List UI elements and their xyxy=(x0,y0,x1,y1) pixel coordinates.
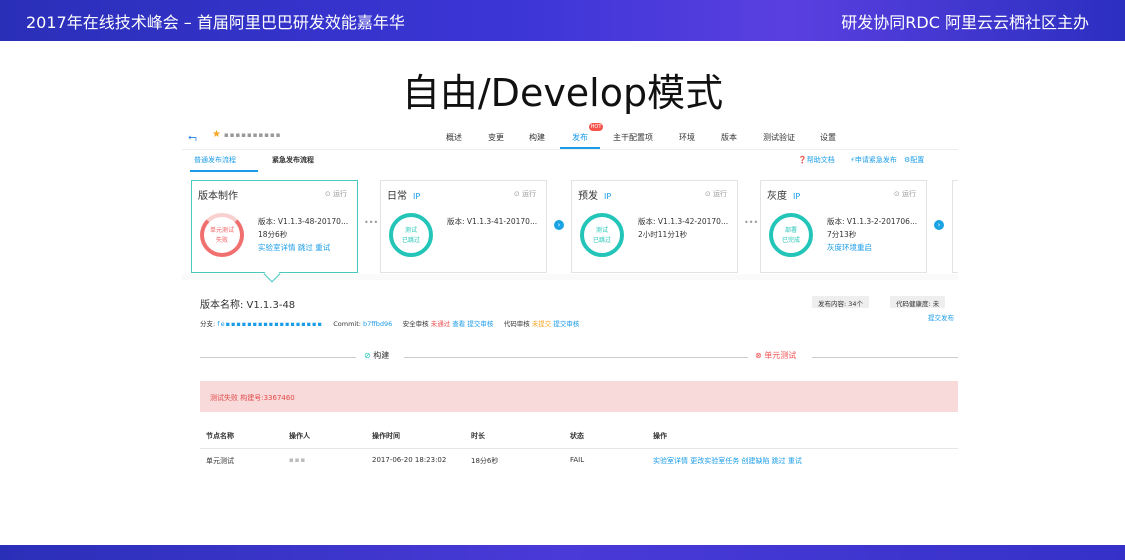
stage-info: 版本: V1.1.3-41-20170... xyxy=(447,217,538,226)
col-operator: 操作人 xyxy=(289,432,310,440)
nav-item-settings[interactable]: 设置 xyxy=(820,132,836,143)
tab-normal-release[interactable]: 普通发布流程 xyxy=(194,155,236,165)
back-icon[interactable]: ⮢ xyxy=(188,130,197,144)
cell-duration: 18分6秒 xyxy=(471,457,499,465)
cell-time: 2017-06-20 18:23:02 xyxy=(372,456,447,464)
status-ring: 测试 已跳过 xyxy=(580,213,624,257)
slide: 2017年在线技术峰会 – 首届阿里巴巴研发效能嘉年华 研发协同RDC 阿里云云… xyxy=(0,0,1125,560)
stage-card-pre[interactable]: 预发 IP ⊙ 运行 测试 已跳过 版本: V1.1.3-42-20170... 2… xyxy=(571,180,738,273)
sub-nav: 普通发布流程 紧急发布流程 ❓帮助文档 ⚡申请紧急发布 ⚙配置 xyxy=(182,150,958,174)
stage-name: 灰度 IP xyxy=(767,191,801,202)
nav-item-test-verify[interactable]: 测试验证 xyxy=(763,132,795,143)
more-dots: ••• xyxy=(744,218,759,227)
step-line xyxy=(812,357,958,358)
code-health-badge[interactable]: 代码健康度: 未 xyxy=(890,296,946,308)
stage-actions[interactable]: 实验室详情 跳过 重试 xyxy=(258,241,348,254)
code-review-status: 未提交 xyxy=(531,320,552,328)
project-selector[interactable]: ▪▪▪▪▪▪▪▪▪▪ xyxy=(224,131,281,139)
stage-actions[interactable]: 灰度环境重启 xyxy=(827,241,917,254)
security-links[interactable]: 查看 提交审核 xyxy=(452,320,493,328)
run-button[interactable]: ⊙ 运行 xyxy=(705,189,727,199)
stage-info: 版本: V1.1.3-42-20170... 2小时11分1秒 xyxy=(638,217,729,239)
commit-link[interactable]: b7ffbd96 xyxy=(363,320,392,328)
status-ring: 单元测试 失败 xyxy=(200,213,244,257)
cell-status: FAIL xyxy=(570,456,585,464)
slide-title: 自由/Develop模式 xyxy=(401,71,724,115)
stage-info: 版本: V1.1.3-48-20170... 18分6秒 实验室详情 跳过 重试 xyxy=(258,217,349,254)
status-ring: 部署 已完成 xyxy=(769,213,813,257)
config-link[interactable]: ⚙配置 xyxy=(904,155,924,165)
col-actions: 操作 xyxy=(653,432,667,440)
top-banner: 2017年在线技术峰会 – 首届阿里巴巴研发效能嘉年华 研发协同RDC 阿里云云… xyxy=(0,0,1125,41)
step-unit-test[interactable]: ⊗ 单元测试 xyxy=(755,350,796,361)
top-nav: ⮢ ★ ▪▪▪▪▪▪▪▪▪▪ 概述 变更 构建 发布 HOT 主干配置项 环境 … xyxy=(182,120,958,150)
version-meta: 分支: fe▪▪▪▪▪▪▪▪▪▪▪▪▪▪▪▪▪▪ Commit: b7ffbd9… xyxy=(200,320,580,328)
error-banner: 测试失败 构建号:3367460 xyxy=(200,381,958,412)
stage-card-build[interactable]: 版本制作 ⊙ 运行 单元测试 失败 版本: V1.1.3-48-20170... … xyxy=(191,180,358,273)
nav-item-overview[interactable]: 概述 xyxy=(446,132,462,143)
apply-urgent-link[interactable]: ⚡申请紧急发布 xyxy=(850,155,897,165)
next-arrow-icon[interactable]: › xyxy=(934,220,944,230)
help-doc-link[interactable]: ❓帮助文档 xyxy=(798,155,835,165)
banner-left-text: 2017年在线技术峰会 – 首届阿里巴巴研发效能嘉年华 xyxy=(26,13,405,32)
code-review-link[interactable]: 提交审核 xyxy=(553,320,579,328)
cell-actions[interactable]: 实验室详情 更改实验室任务 创建缺陷 跳过 重试 xyxy=(653,456,802,466)
tab-urgent-release[interactable]: 紧急发布流程 xyxy=(272,155,314,165)
publish-content-badge[interactable]: 发布内容: 34个 xyxy=(812,296,870,308)
stage-card-next xyxy=(952,180,958,273)
active-tab-underline xyxy=(190,170,258,172)
stage-info: 版本: V1.1.3-2-201706... 7分13秒 灰度环境重启 xyxy=(827,217,918,254)
col-duration: 时长 xyxy=(471,432,485,440)
nav-item-release[interactable]: 发布 xyxy=(572,132,588,143)
stage-name: 版本制作 xyxy=(198,191,238,202)
run-button[interactable]: ⊙ 运行 xyxy=(894,189,916,199)
next-arrow-icon[interactable]: › xyxy=(554,220,564,230)
stage-name: 预发 IP xyxy=(578,191,612,202)
stage-card-gray[interactable]: 灰度 IP ⊙ 运行 部署 已完成 版本: V1.1.3-2-201706... 7… xyxy=(760,180,927,273)
status-ring: 测试 已跳过 xyxy=(389,213,433,257)
nav-item-trunk-config[interactable]: 主干配置项 xyxy=(613,132,653,143)
nav-item-build[interactable]: 构建 xyxy=(529,132,545,143)
star-icon[interactable]: ★ xyxy=(212,129,221,140)
bottom-banner xyxy=(0,545,1125,560)
submit-release-link[interactable]: 提交发布 xyxy=(928,312,954,322)
banner-right-text: 研发协同RDC 阿里云云栖社区主办 xyxy=(841,13,1089,32)
nav-item-environment[interactable]: 环境 xyxy=(679,132,695,143)
version-name: 版本名称: V1.1.3-48 xyxy=(200,300,296,311)
security-status: 未通过 xyxy=(430,320,451,328)
run-button[interactable]: ⊙ 运行 xyxy=(325,189,347,199)
version-detail: 版本名称: V1.1.3-48 发布内容: 34个 代码健康度: 未 分支: f… xyxy=(182,280,958,517)
col-node: 节点名称 xyxy=(206,432,234,440)
table-divider xyxy=(200,448,958,449)
active-nav-underline xyxy=(560,147,600,149)
branch-value[interactable]: fe▪▪▪▪▪▪▪▪▪▪▪▪▪▪▪▪▪▪ xyxy=(217,320,323,328)
hot-badge: HOT xyxy=(589,123,603,131)
nav-item-changes[interactable]: 变更 xyxy=(488,132,504,143)
run-button[interactable]: ⊙ 运行 xyxy=(514,189,536,199)
stage-name: 日常 IP xyxy=(387,191,421,202)
stage-card-daily[interactable]: 日常 IP ⊙ 运行 测试 已跳过 版本: V1.1.3-41-20170... xyxy=(380,180,547,273)
col-status: 状态 xyxy=(570,432,584,440)
app-screenshot: ⮢ ★ ▪▪▪▪▪▪▪▪▪▪ 概述 变更 构建 发布 HOT 主干配置项 环境 … xyxy=(182,120,958,517)
cell-operator: ▪▪▪ xyxy=(289,456,307,464)
step-line xyxy=(404,357,748,358)
col-time: 操作时间 xyxy=(372,432,400,440)
step-line xyxy=(200,357,356,358)
step-build[interactable]: ⊘ 构建 xyxy=(364,350,389,361)
more-dots: ••• xyxy=(364,218,379,227)
nav-item-version[interactable]: 版本 xyxy=(721,132,737,143)
cell-node: 单元测试 xyxy=(206,457,234,465)
